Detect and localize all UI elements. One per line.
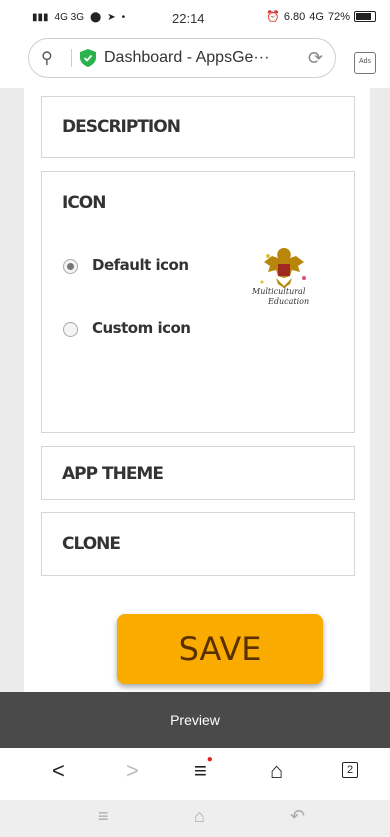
send-icon: ➤ bbox=[107, 12, 116, 23]
alarm-icon: ⏰ bbox=[266, 11, 280, 23]
status-bar: ▮▮▮ 4G 3G ⬤ ➤ • 22:14 ⏰ 6.80 4G 72% bbox=[0, 0, 390, 36]
ad-block-icon[interactable]: Ads bbox=[354, 52, 376, 74]
tabs-icon[interactable]: 2 bbox=[342, 762, 358, 778]
garuda-emblem-icon bbox=[260, 248, 306, 288]
dot-icon: • bbox=[121, 12, 126, 23]
app-icon-preview: Multicultural Education bbox=[251, 248, 309, 306]
custom-icon-label[interactable]: Custom icon bbox=[92, 319, 191, 337]
custom-icon-radio[interactable] bbox=[63, 322, 78, 337]
save-button[interactable]: SAVE bbox=[117, 614, 323, 684]
address-divider bbox=[71, 49, 72, 67]
system-menu-icon[interactable]: ≡ bbox=[98, 806, 109, 827]
preview-button[interactable]: Preview bbox=[0, 692, 390, 748]
address-bar[interactable]: ⚲ Dashboard - AppsGe··· ⟳ bbox=[28, 38, 336, 78]
reload-icon[interactable]: ⟳ bbox=[308, 48, 323, 69]
page-content: DESCRIPTION ICON Default icon Custom ico… bbox=[0, 88, 390, 692]
home-icon[interactable]: ⌂ bbox=[270, 758, 283, 784]
back-icon[interactable]: < bbox=[52, 758, 65, 784]
svg-text:Education: Education bbox=[267, 297, 309, 306]
default-icon-radio[interactable] bbox=[63, 259, 78, 274]
battery-icon bbox=[354, 11, 376, 22]
status-right-indicators: ⏰ 6.80 4G 72% bbox=[266, 10, 376, 23]
search-icon[interactable]: ⚲ bbox=[41, 48, 63, 68]
circle-icon: ⬤ bbox=[89, 12, 102, 23]
icon-section: ICON Default icon Custom icon Multicultu… bbox=[41, 171, 355, 433]
svg-text:Multicultural: Multicultural bbox=[251, 287, 306, 296]
icon-title: ICON bbox=[62, 193, 106, 213]
menu-icon[interactable]: ≡ ● bbox=[194, 754, 213, 784]
status-left-indicators: ▮▮▮ 4G 3G ⬤ ➤ • bbox=[32, 12, 125, 23]
battery-percent: 72% bbox=[327, 10, 350, 23]
default-icon-label[interactable]: Default icon bbox=[92, 256, 189, 274]
system-home-icon[interactable]: ⌂ bbox=[194, 806, 205, 827]
description-title: DESCRIPTION bbox=[62, 117, 181, 137]
clone-title: CLONE bbox=[62, 534, 121, 554]
network-speed: 6.80 bbox=[283, 10, 306, 23]
system-back-icon[interactable]: ↶ bbox=[290, 806, 305, 827]
status-time: 22:14 bbox=[172, 11, 205, 26]
signal-4g-icon: 4G bbox=[309, 10, 324, 23]
settings-panel: DESCRIPTION ICON Default icon Custom ico… bbox=[24, 88, 370, 692]
page-title-url[interactable]: Dashboard - AppsGe··· bbox=[104, 49, 304, 67]
signal-icon: ▮▮▮ bbox=[32, 12, 49, 23]
clone-section[interactable]: CLONE bbox=[41, 512, 355, 576]
app-theme-title: APP THEME bbox=[62, 464, 164, 484]
browser-navigation-bar: < > ≡ ● ⌂ 2 bbox=[0, 748, 390, 800]
description-section[interactable]: DESCRIPTION bbox=[41, 96, 355, 158]
secure-shield-icon bbox=[80, 49, 96, 67]
browser-toolbar: ⚲ Dashboard - AppsGe··· ⟳ Ads bbox=[0, 36, 390, 88]
network-label: 4G 3G bbox=[54, 12, 84, 23]
forward-icon[interactable]: > bbox=[126, 758, 139, 784]
system-navigation-bar: ≡ ⌂ ↶ bbox=[0, 800, 390, 837]
app-theme-section[interactable]: APP THEME bbox=[41, 446, 355, 500]
